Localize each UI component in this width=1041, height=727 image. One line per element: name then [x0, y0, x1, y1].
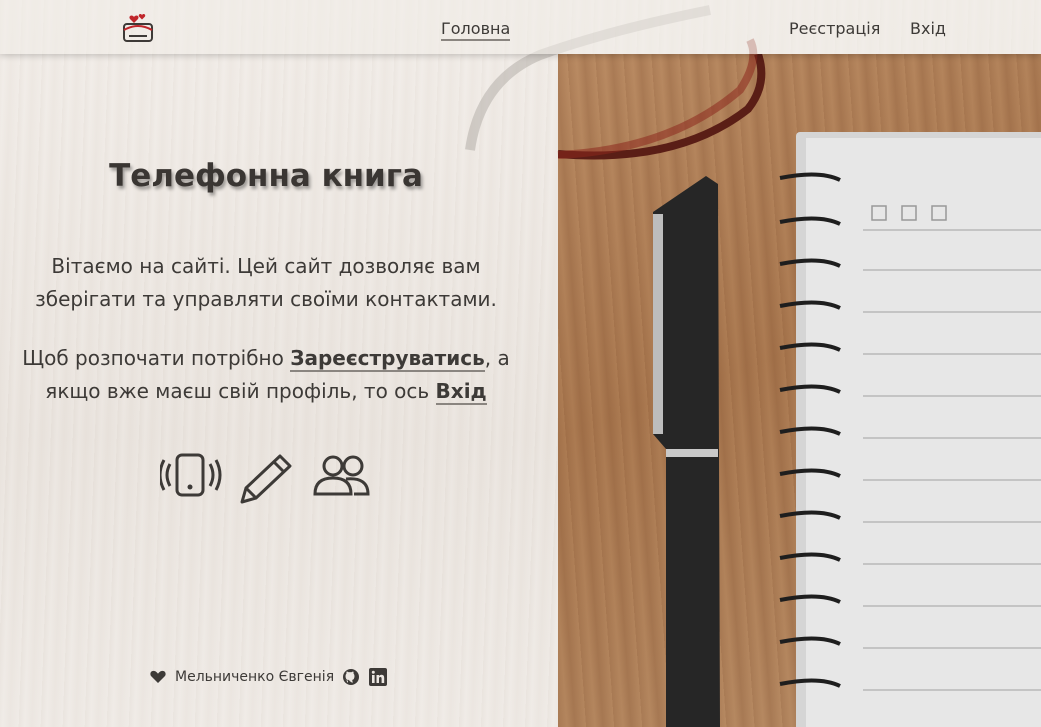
- people-icon: [313, 455, 370, 496]
- nav-home-link[interactable]: Головна: [441, 19, 511, 41]
- phone-book-logo-icon[interactable]: [120, 12, 156, 44]
- heart-icon: [150, 670, 166, 683]
- linkedin-icon[interactable]: [369, 668, 388, 686]
- top-navbar: Головна Реєстрація Вхід: [0, 0, 1041, 54]
- feature-icons: [160, 452, 372, 510]
- footer: Мельниченко Євгенія: [150, 666, 388, 688]
- cta-text: Щоб розпочати потрібно Зареєструватись, …: [10, 342, 522, 408]
- pencil-icon: [240, 454, 292, 504]
- github-icon[interactable]: [342, 668, 360, 686]
- page-title: Телефонна книга: [109, 158, 423, 194]
- cta-register-link[interactable]: Зареєструватись: [290, 346, 485, 372]
- nav-login-link[interactable]: Вхід: [910, 19, 946, 38]
- intro-text: Вітаємо на сайті. Цей сайт дозволяє вам …: [35, 254, 497, 311]
- hero-photo: [558, 54, 1041, 727]
- footer-author: Мельниченко Євгенія: [175, 669, 335, 685]
- phone-vibrate-icon: [160, 453, 222, 497]
- main-content: Телефонна книга Вітаємо на сайті. Цей са…: [0, 54, 558, 727]
- cta-login-link[interactable]: Вхід: [435, 379, 487, 405]
- cta-prefix: Щоб розпочати потрібно: [22, 346, 291, 370]
- nav-register-link[interactable]: Реєстрація: [789, 19, 880, 38]
